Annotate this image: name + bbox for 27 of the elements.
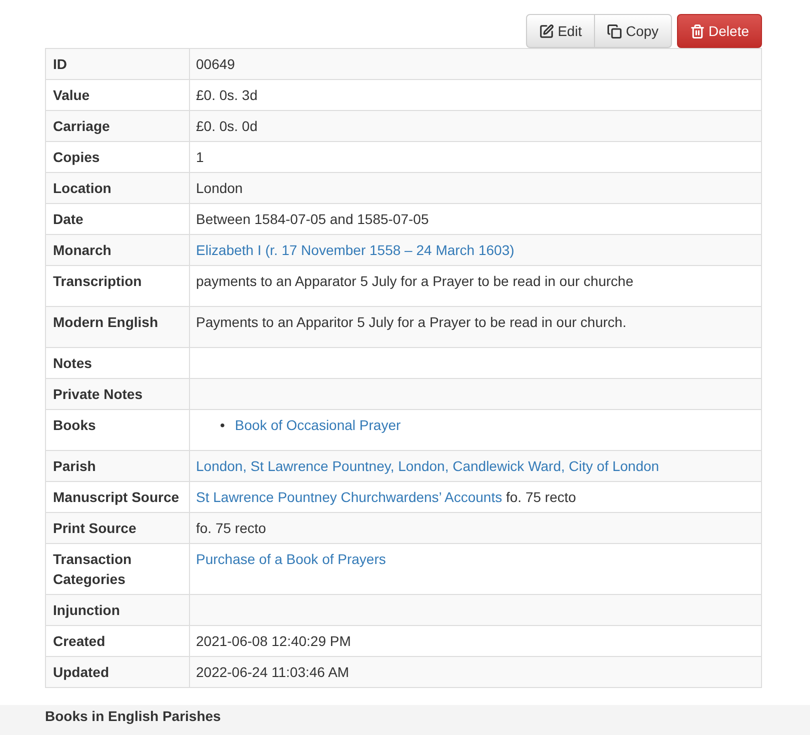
copy-icon — [606, 24, 622, 38]
cell-text: 2022-06-24 11:03:46 AM — [196, 664, 350, 680]
cell-text: 00649 — [196, 56, 235, 72]
link[interactable]: London, St Lawrence Pountney, London, Candlewick Ward, City of London — [196, 458, 660, 474]
bullet: • — [220, 416, 225, 435]
edit-icon — [538, 24, 554, 38]
cell-text: Payments to an Apparitor 5 July for a Prayer to be read in our church. — [196, 314, 626, 330]
delete-button[interactable]: Delete — [676, 14, 762, 48]
link[interactable]: St Lawrence Pountney Churchwardens’ Accounts — [196, 489, 502, 505]
cell-text: £0. 0s. 3d — [196, 87, 258, 103]
link[interactable]: Elizabeth I (r. 17 November 1558 – 24 March 1603) — [196, 242, 514, 258]
copy-button[interactable]: Copy — [594, 14, 672, 48]
cell-text: payments to an Apparator 5 July for a Prayer to be read in our churche — [196, 273, 634, 289]
cell-text: Between 1584-07-05 and 1585-07-05 — [196, 211, 429, 227]
link[interactable]: Book of Occasional Prayer — [234, 415, 401, 435]
cell-text: fo. 75 recto — [196, 520, 266, 536]
link[interactable]: Purchase of a Book of Prayers — [196, 551, 386, 567]
row-label: Updated — [46, 656, 190, 688]
edit-button[interactable]: Edit — [526, 14, 595, 48]
trash-icon — [690, 24, 705, 38]
row-label: ID — [46, 48, 190, 80]
cell-text: 1 — [196, 149, 204, 165]
cell-text: £0. 0s. 0d — [196, 118, 258, 134]
cell-text: 2021-06-08 12:40:29 PM — [196, 633, 351, 649]
cell-text: London — [196, 180, 243, 196]
footer-title: Books in English Parishes — [45, 708, 221, 724]
cell-text: fo. 75 recto — [506, 489, 576, 505]
